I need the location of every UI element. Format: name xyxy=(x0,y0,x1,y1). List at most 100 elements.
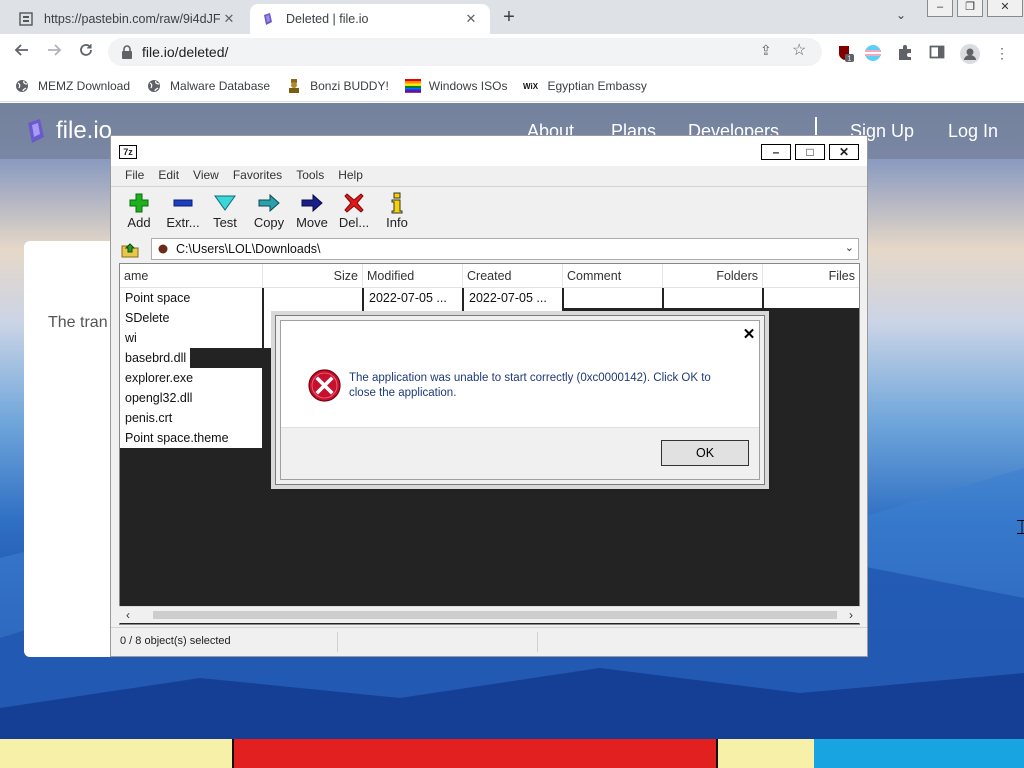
side-panel-icon[interactable] xyxy=(928,44,946,62)
menu-kebab-icon[interactable]: ⋮ xyxy=(993,44,1011,62)
info-button[interactable]: Info xyxy=(375,191,419,230)
column-comment[interactable]: Comment xyxy=(563,264,663,288)
sevenzip-toolbar: Add Extr... Test Copy Move Del... Info xyxy=(111,186,867,236)
tab-fileio[interactable]: Deleted | file.io ✕ xyxy=(250,4,490,34)
cell-name: opengl32.dll xyxy=(120,388,262,408)
tab-search-icon[interactable]: ⌄ xyxy=(896,8,906,22)
new-tab-button[interactable]: + xyxy=(498,6,520,28)
sevenzip-maximize-button[interactable]: □ xyxy=(795,144,825,160)
cell-folders xyxy=(664,288,762,308)
scroll-left-icon[interactable]: ‹ xyxy=(121,607,135,624)
reload-icon xyxy=(80,44,92,56)
move-button[interactable]: Move xyxy=(290,191,334,230)
check-icon xyxy=(214,195,236,211)
ublock-extension-icon[interactable]: 1 xyxy=(836,44,854,63)
scroll-right-icon[interactable]: › xyxy=(844,607,858,624)
sevenzip-pathbar: C:\Users\LOL\Downloads\ ⌄ xyxy=(111,236,867,262)
globe-icon xyxy=(146,78,162,94)
flag-extension-icon[interactable] xyxy=(864,44,882,62)
cartoon-panel xyxy=(0,739,232,768)
error-dialog-body: ✕ The application was unable to start co… xyxy=(280,320,760,480)
cell-selection xyxy=(190,348,262,368)
bookmark-egyptian-embassy[interactable]: WiX Egyptian Embassy xyxy=(523,78,646,94)
extract-button[interactable]: Extr... xyxy=(161,191,205,230)
bookmark-malware-database[interactable]: Malware Database xyxy=(146,78,270,94)
path-combobox[interactable]: C:\Users\LOL\Downloads\ ⌄ xyxy=(151,238,859,260)
cell-created: 2022-07-05 ... xyxy=(464,288,562,308)
column-modified[interactable]: Modified xyxy=(363,264,463,288)
move-arrow-icon xyxy=(301,194,323,212)
folder-up-icon[interactable] xyxy=(121,240,139,258)
cell-modified: 2022-07-05 ... xyxy=(364,288,462,308)
fileio-logo[interactable]: file.io xyxy=(24,117,112,145)
bookmark-bonzi-buddy[interactable]: Bonzi BUDDY! xyxy=(286,78,389,94)
delete-button[interactable]: Del... xyxy=(332,191,376,230)
scrollbar-thumb[interactable] xyxy=(153,611,837,619)
bookmark-label: Windows ISOs xyxy=(428,78,508,93)
window-controls: – ❐ ✕ xyxy=(927,0,1024,17)
delete-label: Del... xyxy=(338,215,370,230)
path-text[interactable]: C:\Users\LOL\Downloads\ xyxy=(176,242,321,256)
extensions-puzzle-icon[interactable] xyxy=(896,44,914,62)
svg-text:WiX: WiX xyxy=(523,82,539,91)
add-label: Add xyxy=(127,215,151,230)
dialog-close-button[interactable]: ✕ xyxy=(739,326,759,344)
menu-favorites[interactable]: Favorites xyxy=(233,166,282,186)
menu-help[interactable]: Help xyxy=(338,166,363,186)
cell-name: wi xyxy=(120,328,262,348)
sevenzip-statusbar: 0 / 8 object(s) selected xyxy=(111,627,867,656)
lock-icon[interactable] xyxy=(120,44,136,60)
bookmark-memz[interactable]: MEMZ Download xyxy=(14,78,130,94)
plus-icon xyxy=(129,193,149,213)
nav-log-in[interactable]: Log In xyxy=(948,121,998,142)
column-files[interactable]: Files xyxy=(763,264,859,288)
table-row[interactable]: Point space 2022-07-05 ... 2022-07-05 ..… xyxy=(120,288,859,308)
horizontal-scrollbar[interactable]: ‹ › xyxy=(119,606,860,623)
menu-tools[interactable]: Tools xyxy=(296,166,324,186)
tab-close-icon[interactable]: ✕ xyxy=(220,11,238,27)
column-size[interactable]: Size xyxy=(263,264,363,288)
error-icon xyxy=(308,369,341,402)
cell-name: Point space.theme xyxy=(120,428,262,448)
bonzi-icon xyxy=(286,78,302,94)
sevenzip-logo-icon: 7z xyxy=(119,145,137,159)
ok-button[interactable]: OK xyxy=(661,440,749,466)
sevenzip-titlebar: 7z – □ ✕ xyxy=(111,136,867,166)
back-button[interactable] xyxy=(10,41,34,65)
restore-button[interactable]: ❐ xyxy=(957,0,983,17)
menu-file[interactable]: File xyxy=(125,166,144,186)
bookmark-windows-isos[interactable]: Windows ISOs xyxy=(404,78,508,94)
back-arrow-icon xyxy=(14,44,28,56)
column-name[interactable]: ame xyxy=(120,264,263,288)
close-window-button[interactable]: ✕ xyxy=(987,0,1023,17)
tab-close-icon[interactable]: ✕ xyxy=(462,11,480,27)
column-created[interactable]: Created xyxy=(463,264,563,288)
add-button[interactable]: Add xyxy=(117,191,161,230)
bookmark-star-icon[interactable]: ☆ xyxy=(792,40,806,60)
test-button[interactable]: Test xyxy=(203,191,247,230)
minus-icon xyxy=(173,199,193,207)
url-text[interactable]: file.io/deleted/ xyxy=(142,44,228,60)
share-icon[interactable]: ⇪ xyxy=(760,42,772,59)
chevron-down-icon[interactable]: ⌄ xyxy=(845,241,854,254)
info-icon xyxy=(391,192,403,214)
address-bar[interactable]: file.io/deleted/ ⇪ ☆ xyxy=(108,38,822,66)
menu-view[interactable]: View xyxy=(193,166,219,186)
sevenzip-close-button[interactable]: ✕ xyxy=(829,144,859,160)
minimize-button[interactable]: – xyxy=(927,0,953,17)
extension-badge: 1 xyxy=(848,56,852,63)
copy-button[interactable]: Copy xyxy=(247,191,291,230)
sevenzip-minimize-button[interactable]: – xyxy=(761,144,791,160)
file-list-header: ame Size Modified Created Comment Folder… xyxy=(120,264,859,288)
profile-avatar-icon[interactable] xyxy=(960,44,980,64)
wix-icon: WiX xyxy=(523,78,539,94)
browser-tabstrip: https://pastebin.com/raw/9i4dJF ✕ Delete… xyxy=(0,0,1024,34)
tab-pastebin[interactable]: https://pastebin.com/raw/9i4dJF ✕ xyxy=(8,4,248,34)
cell-size xyxy=(264,288,362,308)
pastebin-favicon-icon xyxy=(18,11,34,27)
bookmark-label: Egyptian Embassy xyxy=(547,78,647,93)
menu-edit[interactable]: Edit xyxy=(158,166,179,186)
forward-button[interactable] xyxy=(42,41,66,65)
column-folders[interactable]: Folders xyxy=(663,264,763,288)
reload-button[interactable] xyxy=(74,41,98,65)
